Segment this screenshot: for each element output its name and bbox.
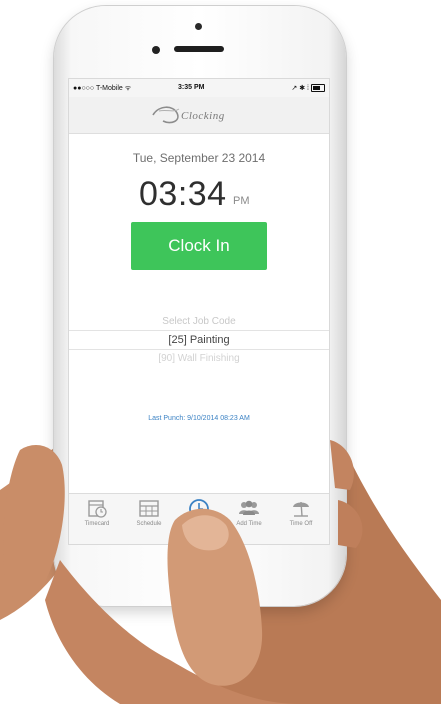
phone-screen: ●●○○○ T-Mobile ᯤ 3:35 PM ↗ ✱ ⁞ Clocking … <box>68 78 330 545</box>
picker-option[interactable]: Select Job Code <box>69 316 329 327</box>
tab-label: Add Time <box>236 521 262 527</box>
picker-option[interactable]: [90] Wall Finishing <box>69 353 329 364</box>
tab-add-time[interactable]: Add Time <box>225 497 273 541</box>
tab-bar: Timecard Schedule Add Time Time Off <box>69 493 329 544</box>
nav-bar: Clocking <box>69 97 329 134</box>
job-code-picker[interactable]: Select Job Code [25] Painting [90] Wall … <box>69 312 329 372</box>
picker-divider <box>69 349 329 350</box>
am-pm-label: PM <box>233 195 250 207</box>
timecard-icon <box>88 500 107 518</box>
status-time: 3:35 PM <box>178 84 205 91</box>
tab-schedule[interactable]: Schedule <box>125 497 173 541</box>
picker-divider <box>69 330 329 331</box>
status-icons: ↗ ✱ ⁞ <box>291 85 309 92</box>
status-bar: ●●○○○ T-Mobile ᯤ 3:35 PM ↗ ✱ ⁞ <box>69 79 329 97</box>
add-time-icon <box>239 500 259 515</box>
clock-in-button[interactable]: Clock In <box>131 222 267 270</box>
time-off-icon <box>293 501 309 517</box>
tab-label: Schedule <box>136 521 162 527</box>
battery-icon <box>311 84 325 92</box>
front-camera <box>152 46 160 54</box>
clock-icon <box>189 499 209 519</box>
current-time: 03:34 <box>139 175 227 213</box>
current-date: Tue, September 23 2014 <box>132 151 266 165</box>
tab-clock[interactable] <box>175 497 223 541</box>
picker-option-selected[interactable]: [25] Painting <box>69 334 329 346</box>
camera-dot <box>195 23 202 30</box>
tab-time-off[interactable]: Time Off <box>277 497 325 541</box>
tab-label: Timecard <box>84 521 110 527</box>
logo-text: Clocking <box>181 110 225 122</box>
last-punch-link[interactable]: Last Punch: 9/10/2014 08:23 AM <box>69 415 329 422</box>
tab-timecard[interactable]: Timecard <box>73 497 121 541</box>
tab-label: Time Off <box>289 521 313 527</box>
schedule-icon <box>139 500 159 517</box>
carrier-label: ●●○○○ T-Mobile ᯤ <box>73 85 132 92</box>
earpiece-speaker <box>174 46 224 52</box>
